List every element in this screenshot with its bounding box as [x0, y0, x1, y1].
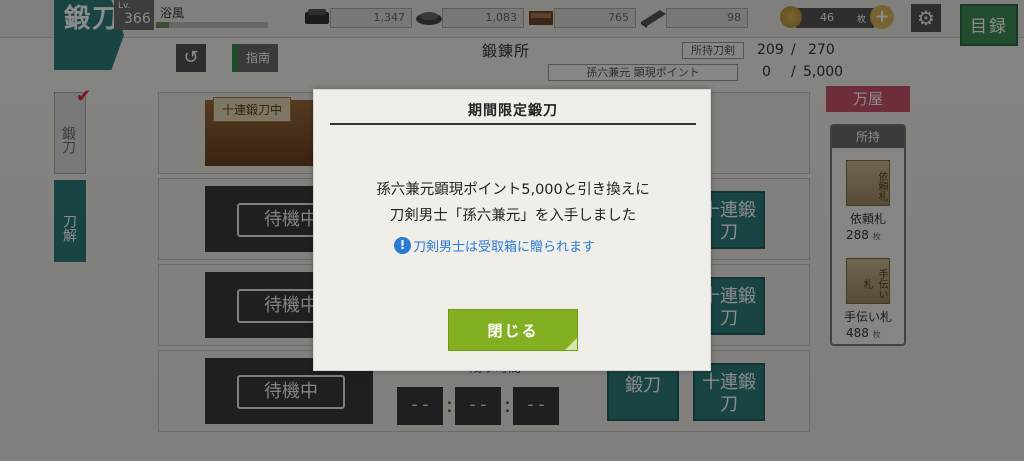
title-divider — [330, 123, 696, 125]
limited-forge-dialog: 期間限定鍛刀 孫六兼元顕現ポイント5,000と引き換えに 刀剣男士「孫六兼元」を… — [313, 89, 711, 371]
button-corner-decoration — [565, 338, 577, 350]
dialog-message-line-1: 孫六兼元顕現ポイント5,000と引き換えに — [376, 182, 650, 198]
close-button-label: 閉じる — [487, 322, 539, 340]
dialog-note: 刀剣男士は受取箱に贈られます — [413, 240, 596, 255]
dialog-title: 期間限定鍛刀 — [468, 103, 558, 119]
info-icon: ! — [394, 237, 411, 254]
dialog-message-line-2: 刀剣男士「孫六兼元」を入手しました — [389, 208, 637, 224]
close-button[interactable]: 閉じる — [448, 309, 578, 351]
